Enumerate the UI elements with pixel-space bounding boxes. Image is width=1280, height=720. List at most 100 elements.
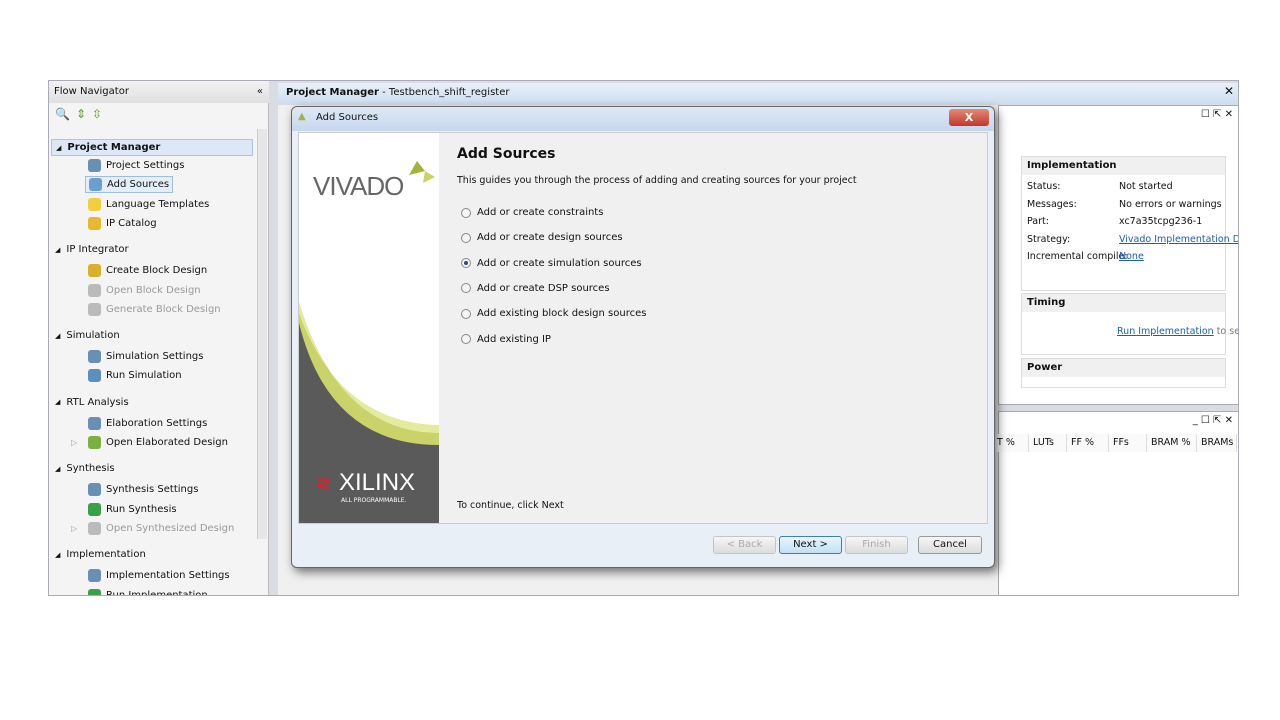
radio-button[interactable]	[461, 308, 471, 319]
impl-value: xc7a35tcpg236-1	[1119, 216, 1203, 227]
nav-item-label: Synthesis Settings	[106, 484, 199, 496]
nav-section-3[interactable]: ◢ RTL Analysis	[55, 397, 129, 408]
dialog-close-button[interactable]: X	[949, 109, 989, 126]
nav-section-label: Simulation	[66, 330, 120, 342]
column-header[interactable]: T %	[993, 434, 1029, 452]
nav-item[interactable]: Open Elaborated Design	[85, 434, 231, 451]
column-header[interactable]: FF %	[1067, 434, 1109, 452]
nav-item[interactable]: Implementation Settings	[85, 567, 233, 584]
dialog-heading: Add Sources	[457, 146, 556, 162]
nav-item[interactable]: Add Sources	[85, 176, 174, 194]
timing-title: Timing	[1022, 294, 1225, 312]
utilization-panel: _ ☐ ⇱ ✕ T % LUTs FF % FFs BRAM % BRAMs	[993, 411, 1238, 595]
implementation-card: Implementation Status: Not started Message…	[1021, 156, 1238, 291]
radio-button[interactable]	[461, 283, 471, 294]
nav-item[interactable]: Open Synthesized Design	[85, 520, 237, 537]
power-card: Power	[1021, 358, 1226, 388]
panel-window-controls[interactable]: ☐ ⇱ ✕	[1201, 109, 1233, 120]
option-radio[interactable]: Add or create DSP sources	[461, 283, 610, 294]
impl-value[interactable]: None	[1119, 251, 1144, 262]
nav-scrollbar[interactable]	[257, 129, 267, 539]
open-design-icon	[88, 436, 101, 449]
impl-label: Messages:	[1027, 198, 1077, 210]
expand-arrow-icon[interactable]: ▷	[71, 438, 77, 447]
collapse-button[interactable]: «	[257, 86, 263, 97]
radio-button[interactable]	[461, 207, 471, 218]
nav-section-label: RTL Analysis	[66, 396, 129, 408]
option-label: Add or create design sources	[477, 232, 623, 244]
next-button[interactable]: Next >	[779, 536, 842, 554]
search-icon[interactable]: 🔍	[55, 107, 70, 121]
expand-arrow-icon[interactable]: ◢	[55, 551, 60, 559]
nav-item[interactable]: Language Templates	[85, 196, 212, 213]
open-block-icon	[88, 283, 101, 297]
flow-navigator-title: Flow Navigator	[54, 86, 129, 97]
nav-item[interactable]: Open Block Design	[85, 282, 204, 299]
nav-item[interactable]: Synthesis Settings	[85, 481, 201, 498]
vivado-logo: VIVADO	[313, 171, 404, 201]
nav-item-label: Generate Block Design	[106, 303, 221, 315]
column-header[interactable]: BRAMs	[1197, 434, 1237, 452]
radio-button[interactable]	[461, 258, 471, 269]
column-header[interactable]: LUTs	[1029, 434, 1067, 452]
nav-section-label: IP Integrator	[66, 244, 129, 256]
nav-item-label: Add Sources	[107, 179, 170, 191]
nav-item[interactable]: IP Catalog	[85, 215, 160, 232]
xilinx-logo: XILINX	[339, 469, 416, 496]
nav-item[interactable]: Run Simulation	[85, 367, 185, 384]
radio-button[interactable]	[461, 232, 471, 243]
back-button[interactable]: < Back	[713, 536, 776, 554]
dialog-footer-text: To continue, click Next	[457, 500, 564, 511]
nav-item[interactable]: Run Synthesis	[85, 501, 180, 518]
nav-item[interactable]: Run Implementation	[85, 587, 211, 595]
option-radio[interactable]: Add existing IP	[461, 334, 551, 345]
nav-item-label: Implementation Settings	[106, 570, 230, 582]
nav-toolbar: 🔍 ⇕ ⇳	[55, 107, 102, 121]
nav-item-label: Open Elaborated Design	[106, 437, 228, 448]
option-radio[interactable]: Add or create design sources	[461, 232, 623, 243]
cancel-button[interactable]: Cancel	[918, 536, 982, 554]
nav-item-label: Project Settings	[106, 160, 185, 171]
option-radio[interactable]: Add or create constraints	[461, 207, 603, 218]
nav-section-2[interactable]: ◢ Simulation	[55, 330, 120, 341]
close-icon[interactable]: ✕	[1224, 84, 1234, 98]
run-implementation-link[interactable]: Run Implementation	[1117, 326, 1214, 337]
impl-label: Status:	[1027, 181, 1061, 192]
collapse-all-icon[interactable]: ⇕	[76, 107, 86, 121]
expand-arrow-icon[interactable]: ◢	[55, 465, 60, 473]
flow-navigator-header: Flow Navigator «	[49, 81, 269, 103]
impl-value: Not started	[1119, 181, 1173, 192]
impl-label: Strategy:	[1027, 233, 1071, 245]
finish-button[interactable]: Finish	[845, 536, 908, 554]
nav-item[interactable]: Generate Block Design	[85, 301, 224, 318]
dialog-description: This guides you through the process of a…	[457, 175, 857, 186]
column-header[interactable]: BRAM %	[1147, 434, 1197, 452]
panel-window-controls[interactable]: _ ☐ ⇱ ✕	[1193, 415, 1233, 426]
run-icon	[88, 502, 101, 516]
chip-icon	[88, 216, 101, 230]
nav-section-0[interactable]: ◢ Project Manager	[51, 139, 253, 156]
option-radio[interactable]: Add existing block design sources	[461, 308, 646, 319]
expand-arrow-icon[interactable]: ◢	[55, 332, 60, 340]
expand-all-icon[interactable]: ⇳	[92, 107, 102, 121]
expand-arrow-icon[interactable]: ◢	[56, 144, 61, 152]
nav-section-1[interactable]: ◢ IP Integrator	[55, 244, 129, 255]
radio-button[interactable]	[461, 334, 471, 344]
nav-item[interactable]: Simulation Settings	[85, 348, 206, 365]
nav-section-5[interactable]: ◢ Implementation	[55, 549, 146, 560]
option-radio[interactable]: Add or create simulation sources	[461, 258, 642, 269]
xilinx-tagline: ALL PROGRAMMABLE.	[341, 497, 407, 504]
nav-item[interactable]: Elaboration Settings	[85, 415, 210, 432]
wizard-banner: VIVADO ⋜ XILINX ALL PROGRAMMABLE.	[299, 133, 439, 523]
expand-arrow-icon[interactable]: ▷	[71, 524, 77, 533]
expand-arrow-icon[interactable]: ◢	[55, 398, 60, 406]
nav-item-label: IP Catalog	[106, 217, 157, 229]
nav-item[interactable]: Create Block Design	[85, 262, 210, 279]
option-label: Add or create DSP sources	[477, 282, 610, 294]
nav-item[interactable]: Project Settings	[85, 157, 187, 174]
expand-arrow-icon[interactable]: ◢	[55, 246, 60, 254]
main-header-title: Project Manager	[286, 87, 379, 98]
impl-value[interactable]: Vivado Implementation D	[1119, 234, 1238, 245]
nav-section-4[interactable]: ◢ Synthesis	[55, 463, 115, 474]
column-header[interactable]: FFs	[1109, 434, 1147, 452]
